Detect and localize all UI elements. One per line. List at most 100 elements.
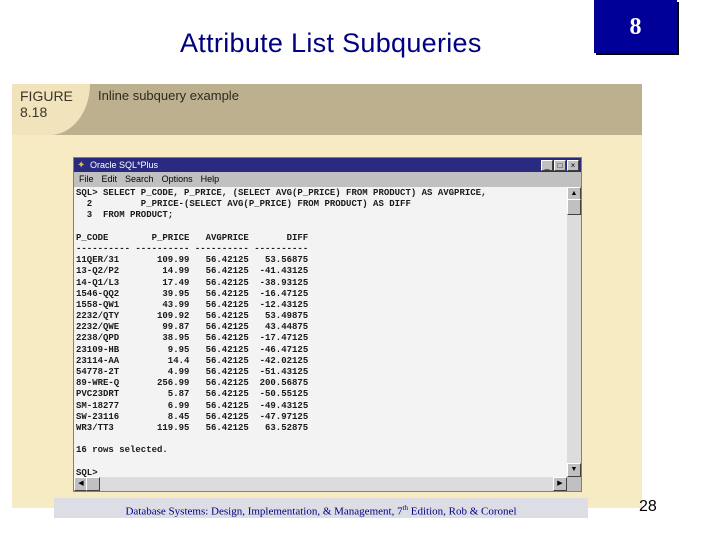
scroll-down-icon[interactable]: ▼: [567, 463, 581, 477]
cell: -16.47125: [259, 288, 309, 299]
cell: -42.02125: [259, 355, 309, 366]
cell: 56.42125: [205, 255, 249, 266]
cell: 54778-2T: [76, 367, 120, 377]
cell: 109.92: [157, 311, 190, 322]
cell: 11QER/31: [76, 255, 120, 266]
cell: 13-Q2/P2: [76, 266, 120, 277]
query-text: 2 P_PRICE-(SELECT AVG(P_PRICE) FROM PROD…: [76, 199, 411, 210]
chapter-badge: 8: [594, 0, 677, 53]
query-line: 3 FROM PRODUCT;: [76, 210, 567, 221]
menu-bar: File Edit Search Options Help: [74, 172, 581, 186]
cell: 4.99: [167, 367, 190, 377]
figure-header: FIGURE 8.18 Inline subquery example: [12, 84, 642, 135]
cell: 38.95: [162, 333, 190, 344]
minimize-button[interactable]: _: [541, 160, 553, 171]
table-row: 1558-QW1 43.99 56.42125 -12.43125: [76, 300, 567, 311]
cell: -49.43125: [259, 400, 309, 411]
table-row: 13-Q2/P2 14.99 56.42125 -41.43125: [76, 266, 567, 277]
cell: 56.42125: [205, 400, 249, 411]
console-output[interactable]: SQL> SELECT P_CODE, P_PRICE, (SELECT AVG…: [74, 187, 567, 478]
menu-edit[interactable]: Edit: [102, 172, 118, 186]
cell: 109.99: [157, 255, 190, 266]
title-bar[interactable]: ✦ Oracle SQL*Plus _ □ ×: [74, 158, 581, 172]
cell: 99.87: [162, 322, 190, 333]
cell: 256.99: [157, 378, 190, 389]
cell: -38.93125: [259, 277, 309, 288]
cell: 53.56875: [265, 255, 309, 266]
hscroll-thumb[interactable]: [86, 477, 100, 491]
cell: 56.42125: [205, 333, 249, 344]
cell: -41.43125: [259, 266, 309, 277]
cell: 63.52875: [265, 422, 309, 433]
cell: 2232/QTY: [76, 311, 120, 322]
table-row: 1546-QQ2 39.95 56.42125 -16.47125: [76, 289, 567, 300]
cell: 56.42125: [205, 422, 249, 433]
table-row: SW-23116 8.45 56.42125 -47.97125: [76, 412, 567, 423]
table-row: 2238/QPD 38.95 56.42125 -17.47125: [76, 333, 567, 344]
cell: 56.42125: [205, 367, 249, 377]
scroll-right-icon[interactable]: ▶: [553, 477, 567, 491]
rows-selected-text: 16 rows selected.: [76, 445, 168, 456]
cell: PVC23DRT: [76, 389, 120, 400]
sqlplus-window: ✦ Oracle SQL*Plus _ □ × File Edit Search…: [73, 157, 582, 492]
cell: 1558-QW1: [76, 299, 120, 310]
cell: 5.87: [167, 389, 190, 400]
column-diff: DIFF: [286, 232, 309, 243]
cell: 8.45: [167, 411, 190, 422]
cell: SM-18277: [76, 400, 120, 411]
cell: 56.42125: [205, 299, 249, 310]
cell: 6.99: [167, 400, 190, 411]
menu-options[interactable]: Options: [162, 172, 193, 186]
cell: 56.42125: [205, 344, 249, 355]
slide-footer: Database Systems: Design, Implementation…: [54, 498, 588, 518]
maximize-button[interactable]: □: [554, 160, 566, 171]
scroll-thumb[interactable]: [567, 199, 581, 215]
window-title: Oracle SQL*Plus: [90, 160, 159, 170]
figure-caption: Inline subquery example: [98, 88, 239, 103]
cell: 56.42125: [205, 311, 249, 322]
close-button[interactable]: ×: [567, 160, 579, 171]
table-row: 54778-2T 4.99 56.42125 -51.43125: [76, 367, 567, 378]
table-row: 89-WRE-Q 256.99 56.42125 200.56875: [76, 378, 567, 389]
table-row: 23114-AA 14.4 56.42125 -42.02125: [76, 356, 567, 367]
cell: 1546-QQ2: [76, 288, 120, 299]
cell: 56.42125: [205, 378, 249, 389]
table-row: 2232/QWE 99.87 56.42125 43.44875: [76, 322, 567, 333]
cell: 23109-HB: [76, 344, 120, 355]
horizontal-scrollbar[interactable]: ◀ ▶: [74, 477, 567, 491]
table-row: SM-18277 6.99 56.42125 -49.43125: [76, 401, 567, 412]
cell: 2238/QPD: [76, 333, 120, 344]
cell: -47.97125: [259, 411, 309, 422]
cell: 56.42125: [205, 355, 249, 366]
cell: 9.95: [167, 344, 190, 355]
table-row: 23109-HB 9.95 56.42125 -46.47125: [76, 345, 567, 356]
menu-help[interactable]: Help: [201, 172, 220, 186]
column-header: P_CODE P_PRICE AVGPRICE DIFF: [76, 233, 567, 244]
header-divider: ---------- ---------- ---------- -------…: [76, 243, 309, 254]
cell: -51.43125: [259, 367, 309, 377]
cell: -46.47125: [259, 344, 309, 355]
cell: 56.42125: [205, 322, 249, 333]
summary-line: 16 rows selected.: [76, 445, 567, 456]
figure-number: 8.18: [20, 104, 48, 120]
figure-label: FIGURE: [20, 88, 73, 104]
cell: 200.56875: [259, 378, 309, 389]
cell: -12.43125: [259, 299, 309, 310]
cell: 14.99: [162, 266, 190, 277]
cell: 14-Q1/L3: [76, 277, 120, 288]
vertical-scrollbar[interactable]: ▲ ▼: [567, 187, 581, 477]
column-avgprice: AVGPRICE: [205, 232, 249, 243]
cell: 56.42125: [205, 277, 249, 288]
menu-search[interactable]: Search: [125, 172, 154, 186]
footer-text: Database Systems: Design, Implementation…: [125, 505, 403, 518]
query-line: SQL> SELECT P_CODE, P_PRICE, (SELECT AVG…: [76, 188, 567, 199]
menu-file[interactable]: File: [79, 172, 94, 186]
cell: 39.95: [162, 288, 190, 299]
cell: SW-23116: [76, 411, 120, 422]
cell: 56.42125: [205, 411, 249, 422]
cell: 2232/QWE: [76, 322, 120, 333]
column-p_price: P_PRICE: [151, 232, 190, 243]
